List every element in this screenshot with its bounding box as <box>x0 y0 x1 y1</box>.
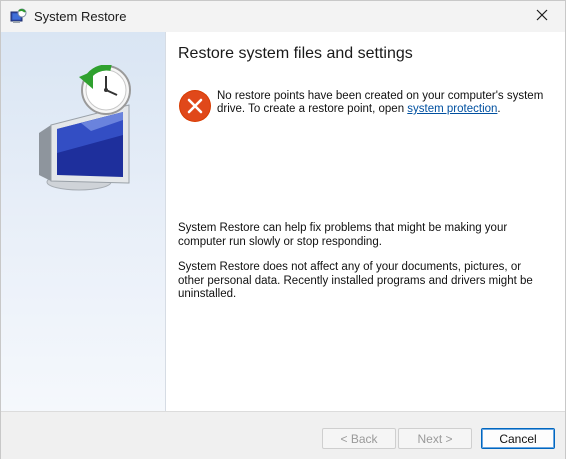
close-button[interactable] <box>519 1 565 32</box>
window-title: System Restore <box>34 9 127 24</box>
info-paragraph-1: System Restore can help fix problems tha… <box>178 222 508 248</box>
error-message: No restore points have been created on y… <box>217 90 557 116</box>
info-paragraph-2: System Restore does not affect any of yo… <box>178 261 533 300</box>
system-protection-link[interactable]: system protection <box>407 103 497 115</box>
back-button[interactable]: < Back <box>322 428 396 449</box>
error-message-end: . <box>497 103 501 115</box>
system-restore-icon <box>10 8 27 25</box>
button-bar: < Back Next > Cancel <box>1 411 565 459</box>
cancel-button[interactable]: Cancel <box>481 428 555 449</box>
monitor-with-restore-clock-icon <box>31 64 136 195</box>
system-restore-window: System Restore Restore system files and … <box>0 0 566 459</box>
close-icon <box>536 8 548 26</box>
title-bar: System Restore <box>1 1 565 32</box>
error-icon <box>178 89 212 123</box>
page-title: Restore system files and settings <box>178 45 413 62</box>
main-content: Restore system files and settings No res… <box>166 32 565 411</box>
sidebar-panel <box>1 32 166 411</box>
next-button[interactable]: Next > <box>398 428 472 449</box>
